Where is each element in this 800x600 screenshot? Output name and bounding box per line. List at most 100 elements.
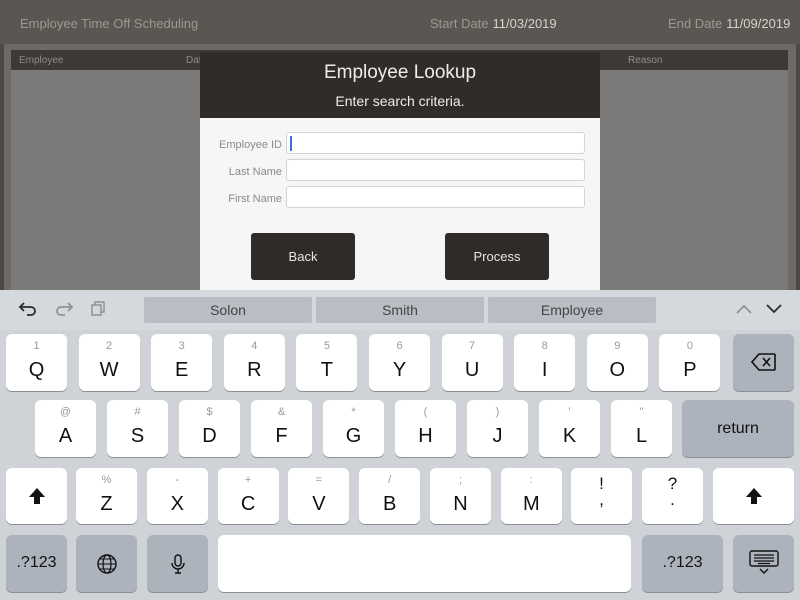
column-employee: Employee (19, 55, 64, 66)
key-k[interactable]: ' K (539, 400, 600, 457)
mic-icon (147, 553, 208, 580)
key-period-label: . (670, 490, 675, 509)
key-comma-label: , (599, 490, 604, 509)
key-letter-label: B (383, 493, 397, 515)
back-button[interactable]: Back (251, 233, 355, 280)
key-v[interactable]: = V (288, 468, 350, 524)
shift-right-key[interactable] (713, 468, 794, 524)
key-letter-label: L (635, 425, 648, 447)
key-l[interactable]: " L (611, 400, 672, 457)
key-letter-label: T (320, 359, 333, 381)
numbers-key-left[interactable]: .?123 (6, 535, 67, 592)
key-r[interactable]: 4R (223, 334, 285, 391)
text-cursor (290, 136, 292, 151)
key-s[interactable]: # S (107, 400, 168, 457)
shift-icon (713, 486, 794, 511)
key-alt-label: : (529, 474, 533, 486)
shift-icon (6, 486, 67, 511)
key-exclaim-comma[interactable]: ! , (571, 468, 632, 524)
key-letter-label: R (247, 359, 262, 381)
key-alt-label: % (101, 474, 112, 486)
dialog-header: Employee Lookup Enter search criteria. (200, 52, 600, 118)
page-title: Employee Time Off Scheduling (20, 16, 199, 31)
key-letter-label: F (275, 425, 288, 447)
key-question-period[interactable]: ? . (642, 468, 703, 524)
globe-key[interactable] (76, 535, 137, 592)
key-letter-label: S (130, 425, 145, 447)
first-name-field[interactable] (286, 186, 585, 208)
first-name-label: First Name (228, 193, 282, 205)
key-alt-label: 5 (323, 340, 330, 352)
key-c[interactable]: + C (217, 468, 279, 524)
suggestion-1[interactable]: Solon (144, 297, 312, 323)
dialog-subtitle: Enter search criteria. (335, 93, 465, 109)
numbers-key-right[interactable]: .?123 (642, 535, 723, 592)
key-letter-label: I (541, 359, 548, 381)
return-key[interactable]: return (682, 400, 794, 457)
key-m[interactable]: :M (500, 468, 562, 524)
key-alt-label: 4 (251, 340, 258, 352)
chevron-up-icon[interactable] (734, 300, 754, 323)
key-alt-label: 1 (33, 340, 40, 352)
space-key[interactable] (218, 535, 631, 592)
last-name-label: Last Name (228, 166, 282, 178)
key-alt-label: - (175, 474, 180, 486)
end-date-label: End Date (668, 16, 723, 31)
key-alt-label: ) (495, 406, 500, 418)
chevron-down-icon[interactable] (764, 300, 784, 323)
key-w[interactable]: 2W (78, 334, 140, 391)
header-bar: Employee Time Off Scheduling Start Date 1… (0, 0, 800, 44)
column-reason: Reason (628, 55, 663, 66)
key-u[interactable]: 7U (441, 334, 503, 391)
key-letter-label: X (170, 493, 184, 515)
key-y[interactable]: 6Y (369, 334, 430, 391)
key-p[interactable]: 0P (659, 334, 721, 391)
return-label: return (717, 420, 759, 437)
key-h[interactable]: (H (395, 400, 456, 457)
key-a[interactable]: @ A (35, 400, 96, 457)
key-j[interactable]: ) J (467, 400, 528, 457)
key-letter-label: V (312, 493, 326, 515)
key-alt-label: 3 (178, 340, 185, 352)
key-alt-label: = (315, 474, 323, 486)
process-button[interactable]: Process (445, 233, 549, 280)
shift-left-key[interactable] (6, 468, 67, 524)
redo-icon[interactable] (54, 300, 74, 323)
key-b[interactable]: / B (359, 468, 421, 524)
paste-icon[interactable] (90, 300, 108, 323)
key-f[interactable]: & F (251, 400, 312, 457)
key-letter-label: Y (392, 359, 407, 381)
suggestion-2[interactable]: Smith (316, 297, 484, 323)
key-t[interactable]: 5T (296, 334, 358, 391)
employee-id-label: Employee ID (219, 139, 282, 151)
suggestion-3[interactable]: Employee (488, 297, 656, 323)
key-n[interactable]: ; N (430, 468, 491, 524)
key-z[interactable]: % Z (76, 468, 137, 524)
key-e[interactable]: 3E (151, 334, 213, 391)
key-letter-label: W (99, 359, 119, 381)
key-g[interactable]: * G (323, 400, 384, 457)
key-x[interactable]: -X (146, 468, 208, 524)
employee-id-field[interactable] (286, 132, 585, 154)
dictation-key[interactable] (147, 535, 208, 592)
hide-keyboard-key[interactable] (733, 535, 794, 592)
undo-icon[interactable] (18, 300, 38, 323)
key-letter-label: U (464, 359, 480, 381)
last-name-field[interactable] (286, 159, 585, 181)
key-alt-label: ( (423, 406, 428, 418)
key-alt-label: ; (458, 474, 463, 486)
key-alt-label: & (277, 406, 286, 418)
keyboard-toolbar: Solon Smith Employee (0, 290, 800, 330)
key-letter-label: D (202, 425, 217, 447)
key-i[interactable]: 8I (514, 334, 576, 391)
key-alt-label: @ (59, 406, 72, 418)
end-date: End Date 11/09/2019 (668, 16, 790, 31)
key-alt-label: 0 (686, 340, 693, 352)
employee-lookup-dialog: Employee Lookup Enter search criteria. E… (200, 52, 600, 290)
numbers-right-label: .?123 (662, 554, 703, 571)
delete-key[interactable] (733, 334, 794, 391)
key-d[interactable]: $ D (179, 400, 240, 457)
key-o[interactable]: 9O (586, 334, 648, 391)
key-alt-label: # (134, 406, 141, 418)
key-q[interactable]: 1Q (6, 334, 67, 391)
